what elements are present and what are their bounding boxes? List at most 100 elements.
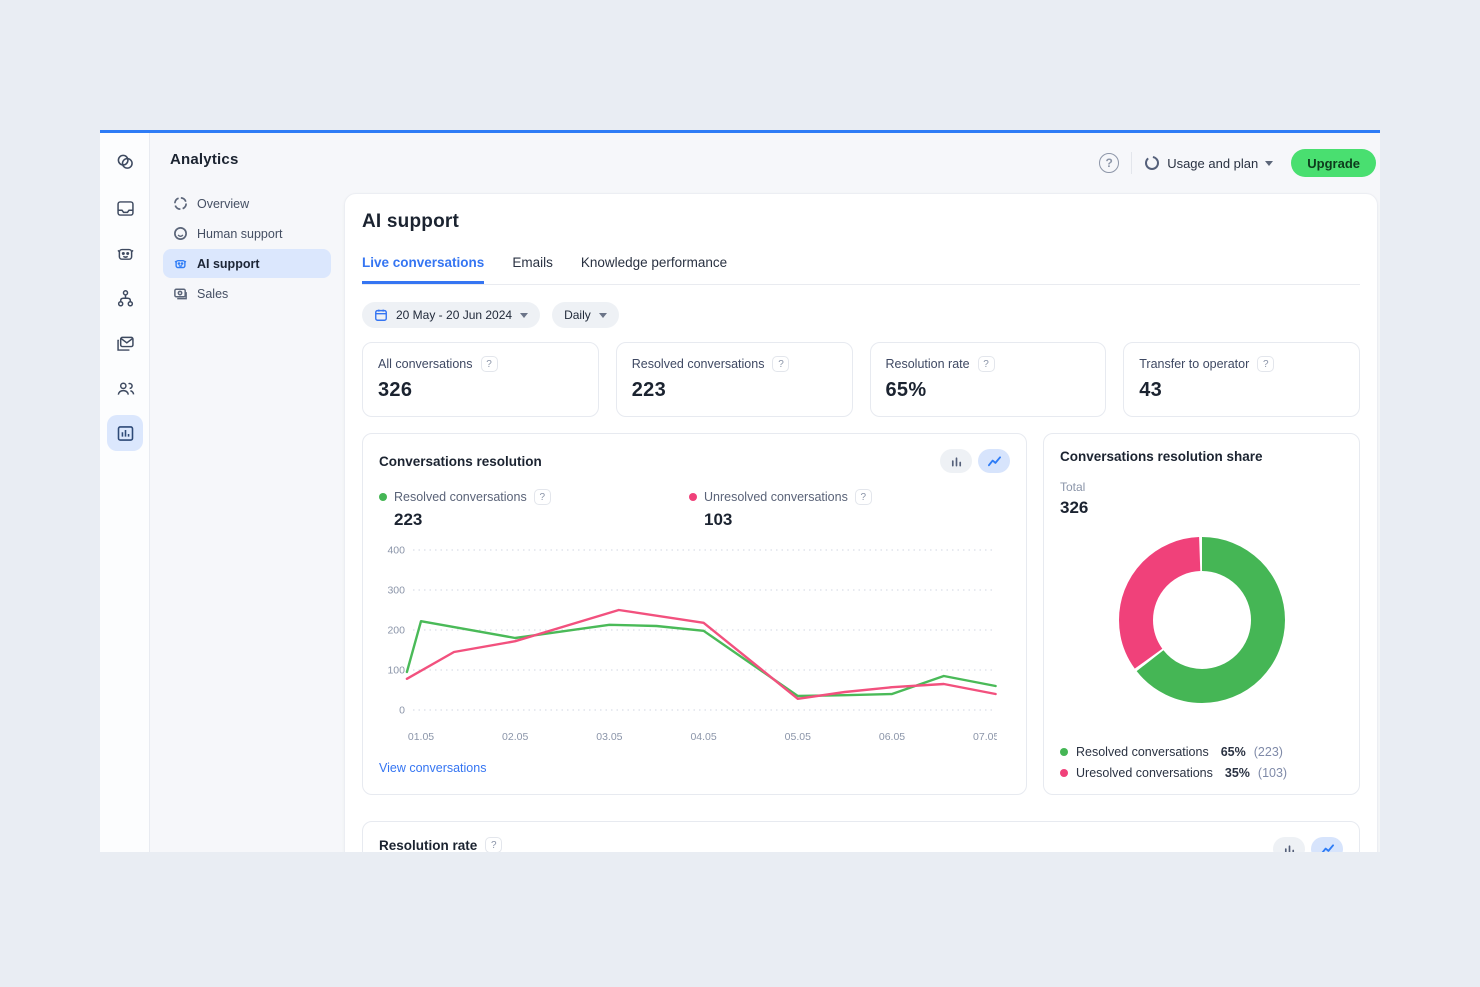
- svg-text:100: 100: [387, 665, 405, 677]
- stat-card-all-conversations: All conversations ? 326: [362, 342, 599, 417]
- legend-count: (103): [1258, 766, 1287, 780]
- logo-icon[interactable]: [107, 144, 143, 180]
- line-chart-toggle[interactable]: [978, 449, 1010, 473]
- date-range-picker[interactable]: 20 May - 20 Jun 2024: [362, 302, 540, 328]
- bar-chart-toggle[interactable]: [1273, 837, 1305, 852]
- legend-value: 223: [394, 510, 689, 530]
- legend-label: Unresolved conversations: [704, 490, 848, 504]
- tab-emails[interactable]: Emails: [512, 255, 553, 284]
- stat-label: All conversations: [378, 357, 473, 371]
- resolved-legend-dot: [1060, 748, 1068, 756]
- ai-support-icon: [172, 256, 188, 272]
- legend-percent: 35%: [1225, 766, 1250, 780]
- donut-legend-resolved: Resolved conversations 65% (223): [1060, 745, 1287, 759]
- usage-and-plan-dropdown[interactable]: Usage and plan: [1144, 155, 1273, 171]
- legend-count: (223): [1254, 745, 1283, 759]
- stat-card-resolution-rate: Resolution rate ? 65%: [870, 342, 1107, 417]
- nav-item-ai-support[interactable]: AI support: [163, 249, 331, 278]
- date-range-value: 20 May - 20 Jun 2024: [396, 308, 512, 322]
- ai-bot-icon[interactable]: [107, 235, 143, 271]
- help-badge[interactable]: ?: [772, 356, 789, 372]
- human-support-icon: [172, 226, 188, 242]
- legend-percent: 65%: [1221, 745, 1246, 759]
- app-window: Analytics ? Usage and plan Upgrade Overv…: [100, 130, 1380, 852]
- nav-item-sales[interactable]: Sales: [163, 279, 331, 308]
- header-divider: [1131, 152, 1132, 174]
- resolved-legend-dot: [379, 493, 387, 501]
- svg-text:07.05: 07.05: [973, 731, 997, 743]
- resolution-share-card: Conversations resolution share Total 326…: [1043, 433, 1360, 795]
- conversations-resolution-card: Conversations resolution: [362, 433, 1027, 795]
- granularity-value: Daily: [564, 308, 591, 322]
- chevron-down-icon: [599, 313, 607, 318]
- svg-text:400: 400: [387, 545, 405, 557]
- stat-value: 43: [1139, 379, 1344, 402]
- help-badge[interactable]: ?: [481, 356, 498, 372]
- legend-label: Resolved conversations: [394, 490, 527, 504]
- bar-chart-icon: [1283, 843, 1296, 853]
- calendar-icon: [374, 308, 388, 322]
- legend-value: 103: [704, 510, 999, 530]
- resolution-line-chart: 010020030040001.0502.0503.0504.0505.0506…: [379, 538, 1010, 751]
- svg-text:05.05: 05.05: [785, 731, 811, 743]
- help-badge[interactable]: ?: [978, 356, 995, 372]
- legend-label: Uresolved conversations: [1076, 766, 1213, 780]
- tab-bar: Live conversations Emails Knowledge perf…: [362, 255, 1360, 285]
- svg-text:02.05: 02.05: [502, 731, 528, 743]
- svg-text:300: 300: [387, 585, 405, 597]
- chart-title: Conversations resolution: [379, 454, 542, 469]
- contacts-icon[interactable]: [107, 370, 143, 406]
- upgrade-button[interactable]: Upgrade: [1291, 149, 1376, 177]
- tab-live-conversations[interactable]: Live conversations: [362, 255, 484, 284]
- stat-value: 223: [632, 379, 837, 402]
- overview-icon: [172, 196, 188, 212]
- total-value: 326: [1060, 498, 1343, 518]
- view-conversations-link[interactable]: View conversations: [379, 761, 486, 775]
- sales-icon: [172, 286, 188, 302]
- page-title: AI support: [362, 211, 1360, 233]
- line-chart-toggle[interactable]: [1311, 837, 1343, 852]
- analytics-nav: Overview Human support AI support: [150, 188, 344, 309]
- unresolved-legend-dot: [1060, 769, 1068, 777]
- icon-rail: [100, 133, 150, 852]
- nav-item-human-support[interactable]: Human support: [163, 219, 331, 248]
- stat-card-resolved-conversations: Resolved conversations ? 223: [616, 342, 853, 417]
- inbox-icon[interactable]: [107, 190, 143, 226]
- bar-chart-icon: [950, 455, 963, 468]
- help-badge[interactable]: ?: [855, 489, 872, 505]
- tab-knowledge-performance[interactable]: Knowledge performance: [581, 255, 727, 284]
- total-label: Total: [1060, 480, 1343, 494]
- line-chart-icon: [1320, 843, 1335, 853]
- nav-item-label: Overview: [197, 197, 249, 211]
- nav-item-label: Human support: [197, 227, 282, 241]
- resolution-donut-chart: [1114, 532, 1290, 713]
- mail-icon[interactable]: [107, 325, 143, 361]
- chevron-down-icon: [1265, 161, 1273, 166]
- stat-cards-row: All conversations ? 326 Resolved convers…: [362, 342, 1360, 417]
- stat-value: 65%: [886, 379, 1091, 402]
- help-badge[interactable]: ?: [485, 837, 502, 852]
- granularity-select[interactable]: Daily: [552, 302, 619, 328]
- legend-label: Resolved conversations: [1076, 745, 1209, 759]
- chevron-down-icon: [520, 313, 528, 318]
- svg-text:06.05: 06.05: [879, 731, 905, 743]
- help-badge[interactable]: ?: [1257, 356, 1274, 372]
- svg-text:200: 200: [387, 625, 405, 637]
- stat-label: Resolution rate: [886, 357, 970, 371]
- stat-value: 326: [378, 379, 583, 402]
- unresolved-legend-dot: [689, 493, 697, 501]
- stat-card-transfer-to-operator: Transfer to operator ? 43: [1123, 342, 1360, 417]
- svg-text:04.05: 04.05: [690, 731, 716, 743]
- usage-circle-icon: [1144, 155, 1160, 171]
- chart-title: Resolution rate: [379, 838, 477, 853]
- page-header-title: Analytics: [170, 151, 239, 168]
- stat-label: Resolved conversations: [632, 357, 765, 371]
- nav-item-overview[interactable]: Overview: [163, 189, 331, 218]
- line-chart-icon: [987, 455, 1002, 468]
- help-badge[interactable]: ?: [534, 489, 551, 505]
- analytics-icon[interactable]: [107, 415, 143, 451]
- flows-icon[interactable]: [107, 280, 143, 316]
- bar-chart-toggle[interactable]: [940, 449, 972, 473]
- svg-text:03.05: 03.05: [596, 731, 622, 743]
- help-icon[interactable]: ?: [1099, 153, 1119, 173]
